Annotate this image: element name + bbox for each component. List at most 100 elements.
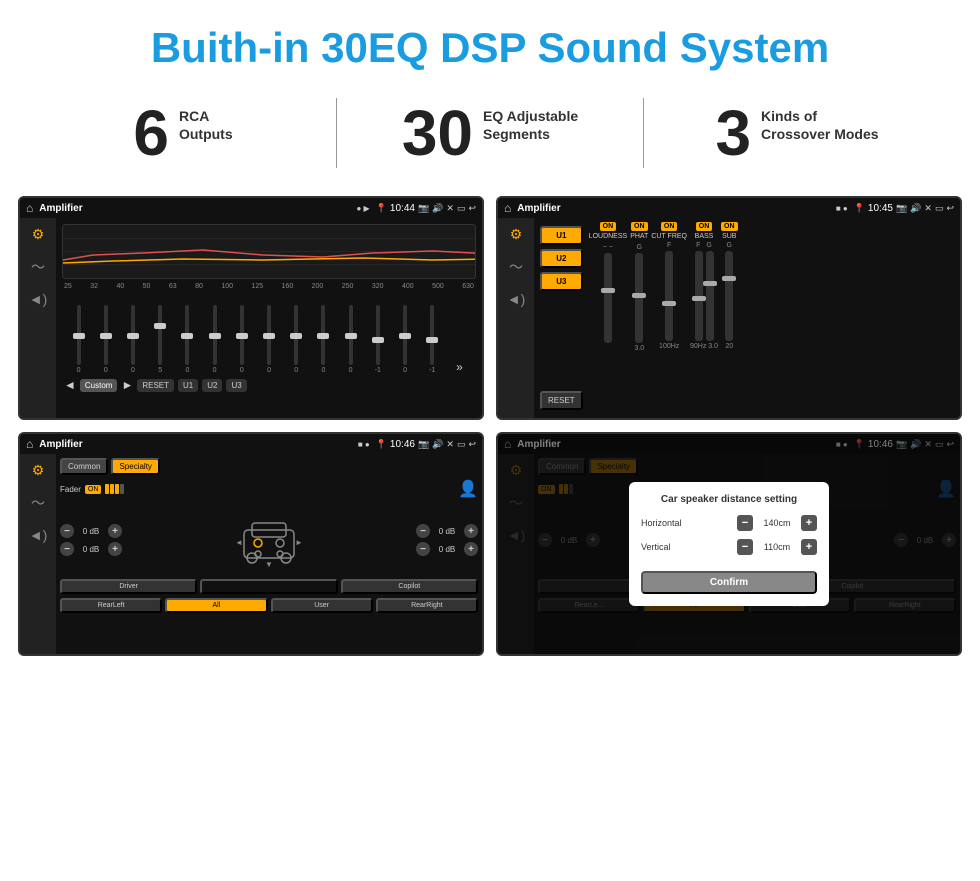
dialog-field-horizontal: Horizontal − 140cm + xyxy=(641,515,817,531)
crossover-content: ⚙ 〜 ◄) Common Specialty Fader ON xyxy=(20,454,482,654)
eq-slider-13[interactable]: -1 xyxy=(420,305,445,374)
dsp-main: U1 U2 U3 RESET ON LOUDNESS ~ ~ xyxy=(534,218,960,418)
channel-sub: ON SUB G 20 xyxy=(721,222,738,414)
eq-graph xyxy=(62,224,476,279)
driver-btn[interactable]: Driver xyxy=(60,579,197,594)
copilot-btn[interactable]: Copilot xyxy=(341,579,478,594)
speaker-icon-1[interactable]: ◄) xyxy=(29,291,48,307)
window-icon-1: ▭ xyxy=(457,203,466,214)
vertical-minus[interactable]: − xyxy=(737,539,753,555)
bass-slider-f[interactable] xyxy=(695,251,703,341)
eq-slider-8[interactable]: 0 xyxy=(284,305,309,374)
eq-slider-9[interactable]: 0 xyxy=(311,305,336,374)
cross-main: Common Specialty Fader ON 👤 xyxy=(56,454,482,654)
screen-dialog: ⌂ Amplifier ■ ● 📍 10:46 📷 🔊 ✕ ▭ ↩ ⚙ 〜 ◄) xyxy=(496,432,962,656)
wave-icon-1[interactable]: 〜 xyxy=(31,257,45,277)
filter-icon-1[interactable]: ⚙ xyxy=(32,226,45,243)
eq-slider-2[interactable]: 0 xyxy=(120,305,145,374)
cutfreq-slider[interactable] xyxy=(665,251,673,341)
horizontal-minus[interactable]: − xyxy=(737,515,753,531)
volume-icon-2: 🔊 xyxy=(910,203,921,214)
eq-graph-svg xyxy=(63,225,475,278)
back-icon-2: ↩ xyxy=(946,203,954,214)
car-svg: ▼ ◄ ► xyxy=(234,505,304,575)
loudness-slider[interactable] xyxy=(604,253,612,343)
stat-rca-label: RCAOutputs xyxy=(179,107,233,143)
phat-slider[interactable] xyxy=(635,253,643,343)
preset-u2[interactable]: U2 xyxy=(540,249,583,268)
db-minus-bl[interactable]: − xyxy=(60,542,74,556)
eq-slider-7[interactable]: 0 xyxy=(256,305,281,374)
car-diagram: ▼ ◄ ► xyxy=(234,505,304,575)
filter-icon-2[interactable]: ⚙ xyxy=(510,226,523,243)
eq-slider-1[interactable]: 0 xyxy=(93,305,118,374)
page-title: Buith-in 30EQ DSP Sound System xyxy=(0,0,980,88)
db-row-tr: − 0 dB + xyxy=(416,524,478,538)
stat-eq-label: EQ AdjustableSegments xyxy=(483,107,578,143)
preset-custom[interactable]: Custom xyxy=(80,379,118,392)
dsp-sidebar: ⚙ 〜 ◄) xyxy=(498,218,534,418)
u2-btn[interactable]: U2 xyxy=(202,379,222,392)
channel-loudness: ON LOUDNESS ~ ~ xyxy=(589,222,628,414)
prev-arrow[interactable]: ◄ xyxy=(64,378,76,392)
speaker-icon-3[interactable]: ◄) xyxy=(29,527,48,543)
next-arrow[interactable]: ► xyxy=(121,378,133,392)
right-db-controls: − 0 dB + − 0 dB + xyxy=(416,524,478,556)
app-title-2: Amplifier xyxy=(517,203,830,214)
eq-slider-expand[interactable]: » xyxy=(447,360,472,374)
pin-icon-2: 📍 xyxy=(854,203,865,214)
dsp-reset-btn[interactable]: RESET xyxy=(540,391,583,410)
speaker-icon-2[interactable]: ◄) xyxy=(507,291,526,307)
pin-icon-1: 📍 xyxy=(376,203,387,214)
db-plus-tr[interactable]: + xyxy=(464,524,478,538)
stat-divider-2 xyxy=(643,98,644,168)
bass-slider-g[interactable] xyxy=(706,251,714,341)
u1-btn[interactable]: U1 xyxy=(178,379,198,392)
sub-slider[interactable] xyxy=(725,251,733,341)
db-plus-tl[interactable]: + xyxy=(108,524,122,538)
dot-icon-1: ● ▶ xyxy=(356,204,369,213)
wave-icon-2[interactable]: 〜 xyxy=(509,257,523,277)
db-plus-bl[interactable]: + xyxy=(108,542,122,556)
db-minus-br[interactable]: − xyxy=(416,542,430,556)
status-icons-2: 📍 10:45 📷 🔊 ✕ ▭ ↩ xyxy=(854,203,954,214)
preset-u3[interactable]: U3 xyxy=(540,272,583,291)
person-icon[interactable]: 👤 xyxy=(458,479,478,499)
eq-slider-6[interactable]: 0 xyxy=(229,305,254,374)
db-val-bl: 0 dB xyxy=(77,545,105,554)
vertical-plus[interactable]: + xyxy=(801,539,817,555)
horizontal-label: Horizontal xyxy=(641,518,696,528)
eq-slider-3[interactable]: 5 xyxy=(148,305,173,374)
horizontal-plus[interactable]: + xyxy=(801,515,817,531)
eq-slider-10[interactable]: 0 xyxy=(338,305,363,374)
eq-slider-12[interactable]: 0 xyxy=(392,305,417,374)
eq-slider-4[interactable]: 0 xyxy=(175,305,200,374)
rearleft-btn[interactable]: RearLeft xyxy=(60,598,162,613)
filter-icon-3[interactable]: ⚙ xyxy=(32,462,45,479)
dot-icon-3: ■ ● xyxy=(358,440,370,449)
wave-icon-3[interactable]: 〜 xyxy=(31,493,45,513)
status-icons-1: 📍 10:44 📷 🔊 ✕ ▭ ↩ xyxy=(376,203,476,214)
loudness-on: ON xyxy=(600,222,617,231)
db-minus-tl[interactable]: − xyxy=(60,524,74,538)
stat-eq: 30 EQ AdjustableSegments xyxy=(367,101,613,165)
camera-icon-2: 📷 xyxy=(896,203,907,214)
db-minus-tr[interactable]: − xyxy=(416,524,430,538)
u3-btn[interactable]: U3 xyxy=(226,379,246,392)
db-val-br: 0 dB xyxy=(433,545,461,554)
eq-slider-0[interactable]: 0 xyxy=(66,305,91,374)
reset-btn[interactable]: RESET xyxy=(137,379,174,392)
db-row-bl: − 0 dB + xyxy=(60,542,122,556)
user-btn[interactable]: User xyxy=(271,598,373,613)
all-btn[interactable]: All xyxy=(165,598,267,613)
tab-common[interactable]: Common xyxy=(60,458,108,475)
eq-slider-11[interactable]: -1 xyxy=(365,305,390,374)
confirm-button[interactable]: Confirm xyxy=(641,571,817,594)
preset-u1[interactable]: U1 xyxy=(540,226,583,245)
horizontal-value: 140cm xyxy=(757,518,797,528)
left-db-controls: − 0 dB + − 0 dB + xyxy=(60,524,122,556)
eq-slider-5[interactable]: 0 xyxy=(202,305,227,374)
tab-specialty[interactable]: Specialty xyxy=(111,458,159,475)
rearright-btn[interactable]: RearRight xyxy=(376,598,478,613)
db-plus-br[interactable]: + xyxy=(464,542,478,556)
